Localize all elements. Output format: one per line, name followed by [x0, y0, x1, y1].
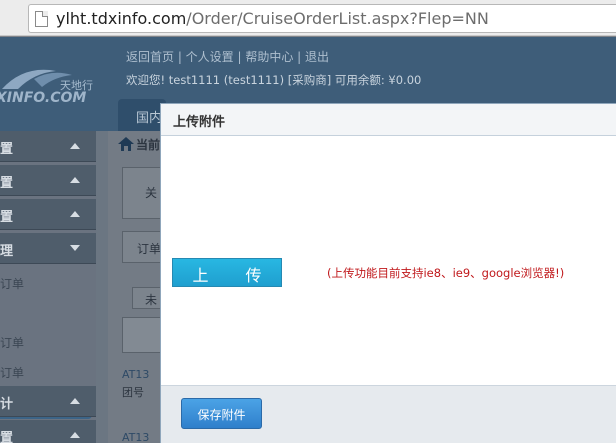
page-icon	[35, 11, 48, 27]
table-row[interactable]: AT13	[122, 431, 149, 443]
dialog-footer: 保存附件	[161, 385, 616, 443]
sidebar-section-5[interactable]: 计	[0, 386, 96, 417]
dialog-title: 上传附件	[173, 115, 226, 130]
url-host: ylht.tdxinfo.com	[56, 9, 187, 28]
chevron-up-icon	[70, 211, 80, 217]
sidebar-subitem-1[interactable]: 订单	[0, 275, 24, 292]
sidebar-section-2[interactable]: 置	[0, 165, 96, 196]
upload-dialog: 上传附件 上 传 (上传功能目前支持ie8、ie9、google浏览器!) 保存…	[160, 103, 616, 443]
chevron-up-icon	[70, 432, 80, 438]
url-path: /Order/CruiseOrderList.aspx?Flep=NN	[186, 9, 489, 28]
logo-cn-text: 天地行	[60, 79, 93, 92]
top-links[interactable]: 返回首页 | 个人设置 | 帮助中心 | 退出	[126, 48, 329, 65]
chevron-up-icon	[70, 143, 80, 149]
table-row[interactable]: AT13	[122, 368, 149, 381]
sidebar-subitem-3[interactable]: 订单	[0, 334, 24, 351]
chevron-up-icon	[70, 177, 80, 183]
nav-tab-label: 国内	[136, 111, 163, 126]
address-bar[interactable]: ylht.tdxinfo.com/Order/CruiseOrderList.a…	[28, 4, 616, 33]
upload-button-label: 上 传	[192, 266, 278, 285]
save-attachment-label: 保存附件	[197, 408, 246, 422]
chevron-up-icon	[70, 398, 80, 404]
sidebar-section-4[interactable]: 理	[0, 233, 96, 264]
welcome-text: 欢迎您! test1111 (test1111) [采购商] 可用余额: ¥0.…	[126, 73, 422, 87]
home-icon	[118, 137, 134, 151]
breadcrumb: 当前	[136, 138, 161, 152]
sidebar-section-1[interactable]: 置	[0, 131, 96, 162]
sidebar: 置 置 置 理 订单 管理 订单 订单 计 置	[0, 131, 96, 443]
upload-button[interactable]: 上 传	[172, 258, 282, 287]
browser-toolbar: ylht.tdxinfo.com/Order/CruiseOrderList.a…	[0, 0, 616, 36]
chevron-down-icon	[70, 245, 80, 251]
url-text[interactable]: ylht.tdxinfo.com/Order/CruiseOrderList.a…	[56, 9, 489, 28]
dialog-title-bar[interactable]: 上传附件	[161, 104, 616, 136]
sidebar-section-3[interactable]: 置	[0, 199, 96, 230]
sidebar-subitem-4[interactable]: 订单	[0, 364, 24, 381]
sidebar-section-6[interactable]: 置	[0, 420, 96, 443]
save-attachment-button[interactable]: 保存附件	[181, 398, 262, 429]
nav-tab-domestic[interactable]: 国内	[118, 99, 166, 131]
table-row: 团号	[122, 386, 144, 399]
upload-support-note: (上传功能目前支持ie8、ie9、google浏览器!)	[327, 266, 565, 280]
